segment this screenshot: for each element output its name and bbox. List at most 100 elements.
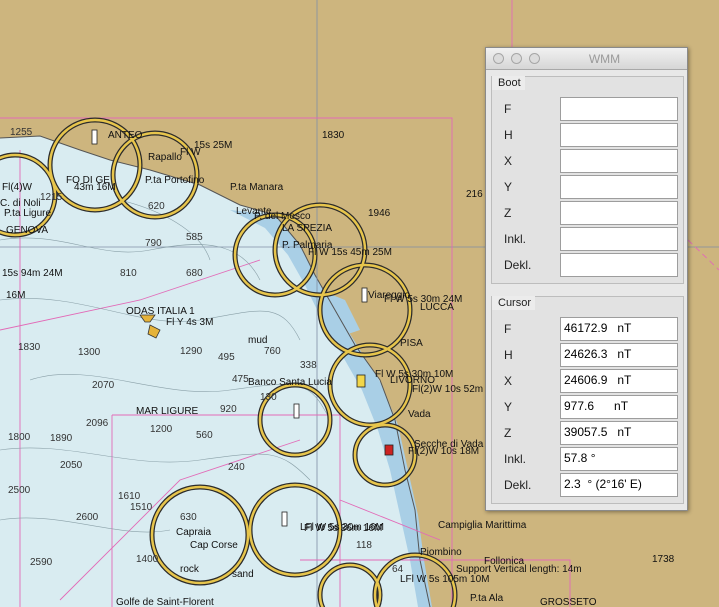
cursor-label: Dekl. bbox=[504, 478, 532, 492]
depth-sounding: 2050 bbox=[60, 460, 83, 471]
boot-value-field[interactable] bbox=[560, 175, 678, 199]
boot-row-x: X bbox=[492, 149, 685, 173]
map-label: Fl W 5s 30m 10M bbox=[375, 369, 453, 380]
depth-sounding: 630 bbox=[180, 512, 197, 523]
boot-label: X bbox=[504, 154, 513, 168]
map-label: sand bbox=[232, 569, 254, 580]
cursor-row-h: H 24626.3 nT bbox=[492, 343, 685, 367]
map-label: Golfe de Saint-Florent bbox=[116, 597, 214, 607]
depth-sounding: 1890 bbox=[50, 433, 73, 444]
cursor-label: Inkl. bbox=[504, 452, 527, 466]
map-label: 43m 16M bbox=[74, 182, 116, 193]
map-label: ANTEO bbox=[108, 130, 143, 141]
cursor-label: F bbox=[504, 322, 512, 336]
map-label: Fl(2)W 10s 18M bbox=[408, 446, 479, 457]
map-label: ODAS ITALIA 1 bbox=[126, 306, 195, 317]
depth-sounding: 620 bbox=[148, 201, 165, 212]
cursor-value-field[interactable]: 2.3 ° (2°16' E) bbox=[560, 473, 678, 497]
depth-sounding: 240 bbox=[228, 462, 245, 473]
cursor-row-dekl: Dekl. 2.3 ° (2°16' E) bbox=[492, 473, 685, 497]
depth-sounding: 1830 bbox=[18, 342, 41, 353]
boot-label: Y bbox=[504, 180, 513, 194]
depth-sounding: 475 bbox=[232, 374, 249, 385]
map-label: P.ta Manara bbox=[230, 182, 284, 193]
depth-sounding: 810 bbox=[120, 268, 137, 279]
cursor-value-field[interactable]: 57.8 ° bbox=[560, 447, 678, 471]
depth-sounding: 1215 bbox=[40, 192, 63, 203]
depth-sounding: 2070 bbox=[92, 380, 115, 391]
boot-row-dekl: Dekl. bbox=[492, 253, 685, 277]
map-label: Fl Y 4s 3M bbox=[166, 317, 213, 328]
cursor-group: Cursor F 46172.9 nT H 24626.3 nT X 24606.9 nT… bbox=[491, 296, 684, 504]
cursor-value-field[interactable]: 977.6 nT bbox=[560, 395, 678, 419]
cursor-value-field[interactable]: 24606.9 nT bbox=[560, 369, 678, 393]
boot-label: F bbox=[504, 102, 512, 116]
map-label: GENOVA bbox=[6, 225, 48, 236]
boot-value-field[interactable] bbox=[560, 253, 678, 277]
depth-sounding: 1510 bbox=[130, 502, 153, 513]
depth-sounding: 920 bbox=[220, 404, 237, 415]
cursor-row-f: F 46172.9 nT bbox=[492, 317, 685, 341]
depth-sounding: 585 bbox=[186, 232, 203, 243]
cursor-value-field[interactable]: 39057.5 nT bbox=[560, 421, 678, 445]
map-label: Vada bbox=[408, 409, 431, 420]
cursor-label: Z bbox=[504, 426, 512, 440]
cursor-group-title: Cursor bbox=[492, 296, 536, 310]
cursor-value-field[interactable]: 46172.9 nT bbox=[560, 317, 678, 341]
map-label: 15s 94m 24M bbox=[2, 268, 63, 279]
boot-value-field[interactable] bbox=[560, 149, 678, 173]
boot-label: Inkl. bbox=[504, 232, 527, 246]
boot-value-field[interactable] bbox=[560, 201, 678, 225]
boot-label: Dekl. bbox=[504, 258, 532, 272]
map-label: Capraia bbox=[176, 527, 211, 538]
depth-sounding: 2500 bbox=[8, 485, 31, 496]
wmm-window[interactable]: WMM Boot F H X Y Z Inkl. Dekl. Cursor F 46172.9… bbox=[485, 47, 688, 511]
depth-sounding: 1200 bbox=[150, 424, 173, 435]
map-label: 1738 bbox=[652, 554, 675, 565]
boot-row-y: Y bbox=[492, 175, 685, 199]
boot-row-inkl: Inkl. bbox=[492, 227, 685, 251]
cursor-value-field[interactable]: 24626.3 nT bbox=[560, 343, 678, 367]
depth-sounding: 495 bbox=[218, 352, 235, 363]
map-label: LFl W 5s 30m 16M bbox=[300, 522, 384, 533]
map-label: LFl W 5s 105m 10M bbox=[400, 574, 489, 585]
depth-sounding: 2600 bbox=[76, 512, 99, 523]
depth-sounding: 1800 bbox=[8, 432, 31, 443]
boot-value-field[interactable] bbox=[560, 123, 678, 147]
depth-sounding: 1300 bbox=[78, 347, 101, 358]
boot-label: H bbox=[504, 128, 513, 142]
map-label: Campiglia Marittima bbox=[438, 520, 527, 531]
depth-sounding: 64 bbox=[392, 564, 404, 575]
map-label: P.ta Portofino bbox=[145, 175, 205, 186]
depth-sounding: 338 bbox=[300, 360, 317, 371]
map-label: Fl(4)W bbox=[2, 182, 33, 193]
map-label: mud bbox=[248, 335, 267, 346]
depth-sounding: 560 bbox=[196, 430, 213, 441]
depth-sounding: 760 bbox=[264, 346, 281, 357]
depth-sounding: 130 bbox=[260, 392, 277, 403]
depth-sounding: 1400 bbox=[136, 554, 159, 565]
boot-value-field[interactable] bbox=[560, 97, 678, 121]
depth-sounding: 1610 bbox=[118, 491, 141, 502]
cursor-row-z: Z 39057.5 nT bbox=[492, 421, 685, 445]
map-label: P. Palmaria bbox=[282, 240, 333, 251]
map-label: PISA bbox=[400, 338, 423, 349]
map-label: Rapallo bbox=[148, 152, 182, 163]
map-label: P. del Mesco bbox=[254, 211, 311, 222]
depth-sounding: 2096 bbox=[86, 418, 109, 429]
window-title: WMM bbox=[588, 52, 621, 66]
map-label: 216 bbox=[466, 189, 483, 200]
boot-row-z: Z bbox=[492, 201, 685, 225]
map-label: Piombino bbox=[420, 547, 462, 558]
boot-label: Z bbox=[504, 206, 512, 220]
boot-row-f: F bbox=[492, 97, 685, 121]
cursor-label: X bbox=[504, 374, 513, 388]
boot-group-title: Boot bbox=[492, 76, 525, 90]
boot-value-field[interactable] bbox=[560, 227, 678, 251]
title-bar[interactable]: WMM bbox=[486, 48, 687, 70]
depth-sounding: 1255 bbox=[10, 127, 33, 138]
map-label: 1830 bbox=[322, 130, 345, 141]
depth-sounding: 1290 bbox=[180, 346, 203, 357]
depth-sounding: 680 bbox=[186, 268, 203, 279]
map-label: MAR LIGURE bbox=[136, 406, 199, 417]
